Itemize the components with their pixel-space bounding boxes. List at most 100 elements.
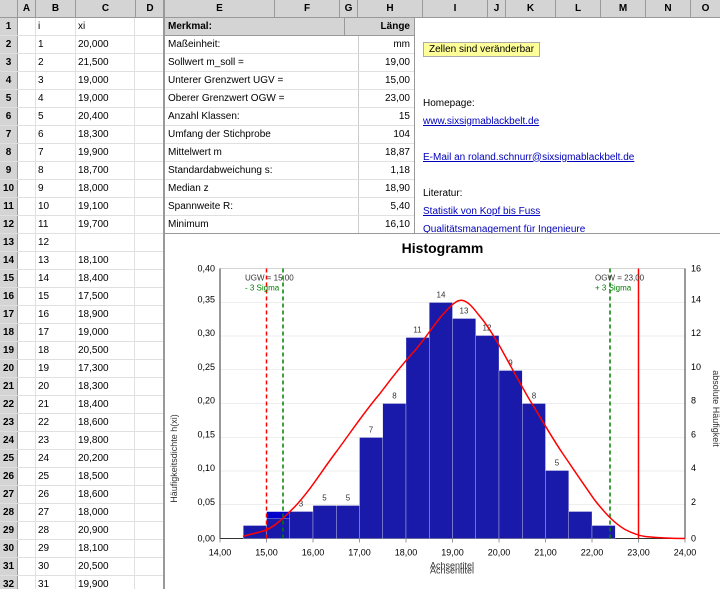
email-link[interactable]: E-Mail an roland.schnurr@sixsigmablackbe… (423, 152, 634, 163)
ry-label-12: 12 (691, 328, 701, 338)
info-row-zellen: Zellen sind veränderbar (423, 40, 712, 58)
cell-a (18, 540, 36, 557)
bar-21_5 (546, 471, 569, 539)
left-data-row: 25 24 20,200 (0, 450, 163, 468)
cell-d (135, 558, 163, 575)
cell-c: 18,000 (76, 180, 135, 197)
cell-d (135, 126, 163, 143)
row-num: 15 (0, 270, 18, 287)
cell-c: 19,000 (76, 72, 135, 89)
x-label-17: 17,00 (348, 548, 371, 558)
bar-17_7 (360, 438, 383, 539)
left-data-row: 9 8 18,700 (0, 162, 163, 180)
param-value: mm (359, 36, 414, 53)
cell-c: 20,500 (76, 558, 135, 575)
homepage-link[interactable]: www.sixsigmablackbelt.de (423, 116, 539, 127)
left-data-row: 15 14 18,400 (0, 270, 163, 288)
param-row: Sollwert m_soll = 19,00 (165, 54, 414, 72)
info-row-email[interactable]: E-Mail an roland.schnurr@sixsigmablackbe… (423, 148, 712, 166)
x-label-14: 14,00 (209, 548, 232, 558)
bar-19_5 (453, 319, 476, 539)
param-value: 23,00 (359, 90, 414, 107)
cell-c: 19,100 (76, 198, 135, 215)
cell-c: 18,500 (76, 468, 135, 485)
cell-d (135, 360, 163, 377)
cell-b: 24 (36, 450, 76, 467)
cell-a (18, 288, 36, 305)
cell-c: 20,900 (76, 522, 135, 539)
book2-link[interactable]: Qualitätsmanagement für Ingenieure (423, 224, 585, 234)
cell-a (18, 234, 36, 251)
cell-b: i (36, 18, 76, 35)
cell-d (135, 108, 163, 125)
x-label-23: 23,00 (627, 548, 650, 558)
cell-a (18, 108, 36, 125)
row-num: 10 (0, 180, 18, 197)
cell-c: 18,100 (76, 540, 135, 557)
cell-b: 6 (36, 126, 76, 143)
cell-d (135, 198, 163, 215)
left-data-row: 21 20 18,300 (0, 378, 163, 396)
col-header-d: D (136, 0, 164, 17)
left-data-row: 5 4 19,000 (0, 90, 163, 108)
left-data-row: 11 10 19,100 (0, 198, 163, 216)
info-row-empty2 (423, 58, 712, 76)
top-right-section: Merkmal: Länge Maßeinheit: mm Sollwert m… (165, 18, 720, 234)
cell-d (135, 216, 163, 233)
row-num: 7 (0, 126, 18, 143)
info-row-book1[interactable]: Statistik von Kopf bis Fuss (423, 202, 712, 220)
literatur-label: Literatur: (423, 188, 462, 199)
param-value: 5,40 (359, 198, 414, 215)
cell-d (135, 90, 163, 107)
y-label-005: 0,05 (197, 497, 215, 507)
bar-22_5 (592, 526, 615, 539)
param-label: Spannweite R: (165, 198, 359, 215)
info-row-homepage-label: Homepage: (423, 94, 712, 112)
left-data-row: 16 15 17,500 (0, 288, 163, 306)
cell-c: 19,700 (76, 216, 135, 233)
info-row-book2[interactable]: Qualitätsmanagement für Ingenieure (423, 220, 712, 233)
cell-b: 9 (36, 180, 76, 197)
left-data-row: 10 9 18,000 (0, 180, 163, 198)
info-row-empty3 (423, 76, 712, 94)
cell-d (135, 270, 163, 287)
info-row-homepage-link[interactable]: www.sixsigmablackbelt.de (423, 112, 712, 130)
row-num: 4 (0, 72, 18, 89)
cell-b: 29 (36, 540, 76, 557)
cell-b: 21 (36, 396, 76, 413)
cell-a (18, 396, 36, 413)
param-row: Anzahl Klassen: 15 (165, 108, 414, 126)
col-header-l: L (556, 0, 601, 17)
cell-d (135, 234, 163, 251)
cell-a (18, 180, 36, 197)
cell-d (135, 18, 163, 35)
cell-d (135, 306, 163, 323)
y-label-010: 0,10 (197, 463, 215, 473)
cell-a (18, 54, 36, 71)
cell-a (18, 468, 36, 485)
cell-d (135, 180, 163, 197)
book1-link[interactable]: Statistik von Kopf bis Fuss (423, 206, 540, 217)
cell-d (135, 468, 163, 485)
cell-a (18, 504, 36, 521)
x-label-15: 15,00 (255, 548, 278, 558)
param-value: 15,00 (359, 72, 414, 89)
histogram-chart: 0,00 0,05 0,10 0,15 0,20 0,25 0,30 0,35 … (165, 258, 720, 589)
y-axis-label: Häufigkeitsdichte h(xi) (169, 414, 179, 503)
col-header-c: C (76, 0, 136, 17)
cell-b: 19 (36, 360, 76, 377)
row-num: 19 (0, 342, 18, 359)
cell-c: 17,300 (76, 360, 135, 377)
y-label-030: 0,30 (197, 328, 215, 338)
left-data-row: 20 19 17,300 (0, 360, 163, 378)
cell-d (135, 576, 163, 589)
x-label-22: 22,00 (581, 548, 604, 558)
y-label-025: 0,25 (197, 362, 215, 372)
cell-a (18, 198, 36, 215)
cell-a (18, 90, 36, 107)
left-data-row: 17 16 18,900 (0, 306, 163, 324)
cell-a (18, 558, 36, 575)
y-label-015: 0,15 (197, 429, 215, 439)
cell-a (18, 270, 36, 287)
cell-c: 18,600 (76, 486, 135, 503)
